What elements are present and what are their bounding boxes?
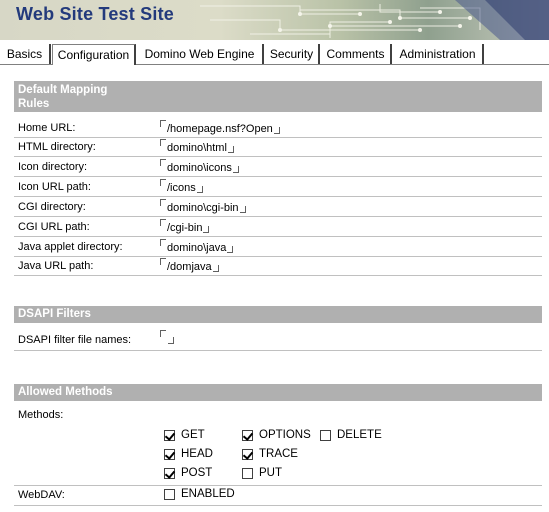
field-label: Home URL: (18, 122, 76, 134)
webdav-enabled-label: ENABLED (181, 488, 235, 500)
webdav-enabled-checkbox[interactable] (164, 489, 175, 500)
field-label: Icon directory: (18, 161, 88, 173)
html-directory-field[interactable]: domino\html (160, 139, 234, 154)
cgi-directory-field[interactable]: domino\cgi-bin (160, 199, 246, 214)
tab-basics[interactable]: Basics (0, 44, 51, 64)
head-checkbox[interactable] (164, 449, 175, 460)
tab-domino-web-engine[interactable]: Domino Web Engine (137, 44, 264, 64)
site-title: Web Site Test Site (16, 4, 174, 24)
row-java-url-path: Java URL path: /domjava (14, 257, 542, 276)
tab-comments[interactable]: Comments (321, 44, 392, 64)
row-html-directory: HTML directory: domino\html (14, 138, 542, 157)
options-label: OPTIONS (259, 429, 311, 441)
java-url-path-field[interactable]: /domjava (160, 258, 219, 273)
delete-checkbox[interactable] (320, 430, 331, 441)
tab-bar: Basics Configuration Domino Web Engine S… (0, 44, 549, 65)
tab-administration[interactable]: Administration (393, 44, 484, 64)
section-header-label: Default Mapping Rules (18, 84, 108, 110)
row-icon-directory: Icon directory: domino\icons (14, 158, 542, 177)
trace-checkbox[interactable] (242, 449, 253, 460)
head-label: HEAD (181, 448, 213, 460)
row-cgi-url-path: CGI URL path: /cgi-bin (14, 218, 542, 237)
row-dsapi-filter-file-names: DSAPI filter file names: (14, 329, 542, 351)
row-webdav: WebDAV: (14, 486, 542, 506)
dsapi-filter-file-names-field[interactable] (160, 330, 174, 344)
field-label: CGI directory: (18, 201, 86, 213)
field-label: CGI URL path: (18, 221, 90, 233)
home-url-field[interactable]: /homepage.nsf?Open (160, 120, 280, 135)
field-label: HTML directory: (18, 141, 96, 153)
put-label: PUT (259, 467, 282, 479)
row-cgi-directory: CGI directory: domino\cgi-bin (14, 198, 542, 217)
icon-directory-field[interactable]: domino\icons (160, 159, 239, 174)
section-header-default-mapping-rules: Default Mapping Rules (14, 81, 542, 112)
field-label: WebDAV: (18, 489, 65, 501)
post-checkbox[interactable] (164, 468, 175, 479)
methods-label: Methods: (18, 409, 64, 421)
section-header-allowed-methods: Allowed Methods (14, 384, 542, 401)
tab-configuration[interactable]: Configuration (52, 44, 136, 65)
java-applet-directory-field[interactable]: domino\java (160, 239, 234, 254)
field-label: Icon URL path: (18, 181, 91, 193)
tab-security[interactable]: Security (265, 44, 320, 64)
options-checkbox[interactable] (242, 430, 253, 441)
row-icon-url-path: Icon URL path: /icons (14, 178, 542, 197)
row-home-url: Home URL: /homepage.nsf?Open (14, 119, 542, 138)
field-label: DSAPI filter file names: (18, 334, 132, 346)
trace-label: TRACE (259, 448, 298, 460)
site-banner: Web Site Test Site (0, 0, 549, 40)
icon-url-path-field[interactable]: /icons (160, 179, 203, 194)
delete-label: DELETE (337, 429, 382, 441)
row-java-applet-directory: Java applet directory: domino\java (14, 238, 542, 257)
field-label: Java URL path: (18, 260, 94, 272)
section-header-dsapi-filters: DSAPI Filters (14, 306, 542, 323)
get-checkbox[interactable] (164, 430, 175, 441)
cgi-url-path-field[interactable]: /cgi-bin (160, 219, 210, 234)
get-label: GET (181, 429, 205, 441)
post-label: POST (181, 467, 213, 479)
put-checkbox[interactable] (242, 468, 253, 479)
field-label: Java applet directory: (18, 241, 123, 253)
